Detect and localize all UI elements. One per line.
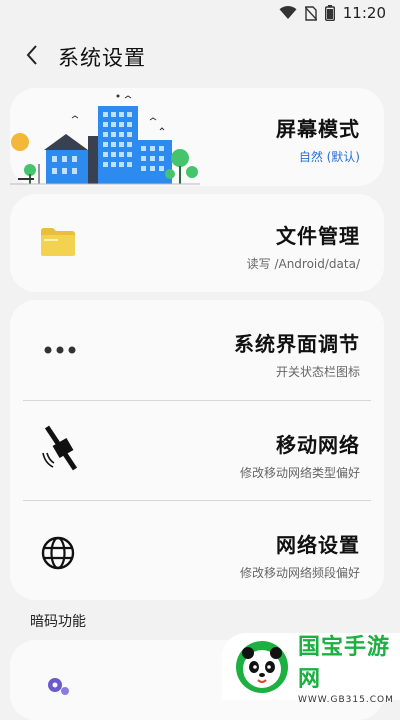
more-dots-icon (40, 340, 80, 360)
setting-subtitle: 修改移动网络类型偏好 (239, 466, 360, 480)
folder-icon (38, 225, 78, 259)
setting-subtitle: 开关状态栏图标 (275, 365, 360, 379)
system-ui-texts: 系统界面调节 开关状态栏图标 (234, 328, 360, 380)
wifi-icon (279, 6, 297, 20)
setting-row-network-settings[interactable]: 网络设置 修改移动网络频段偏好 (10, 501, 384, 600)
setting-subtitle: 自然 (默认) (298, 150, 360, 164)
no-sim-icon (304, 5, 317, 21)
watermark: 国宝手游网 WWW.GB315.COM (222, 633, 400, 705)
back-button[interactable] (10, 36, 54, 78)
setting-title: 系统界面调节 (234, 332, 360, 356)
section-label: 暗码功能 (30, 614, 86, 630)
battery-icon (324, 5, 335, 21)
watermark-brand: 国宝手游网 (298, 634, 391, 692)
setting-row-screen-mode[interactable]: 屏幕模式 自然 (默认) (10, 88, 384, 186)
file-manager-texts: 文件管理 读写 /Android/data/ (247, 220, 360, 272)
mobile-network-texts: 移动网络 修改移动网络类型偏好 (240, 429, 360, 481)
card-file-manager: 文件管理 读写 /Android/data/ (10, 194, 384, 292)
panda-logo-icon (234, 639, 290, 695)
watermark-text: 国宝手游网 WWW.GB315.COM (298, 629, 400, 705)
page-title: 系统设置 (58, 46, 146, 70)
globe-icon (38, 533, 78, 573)
back-arrow-icon (25, 44, 39, 70)
network-settings-texts: 网络设置 修改移动网络频段偏好 (240, 529, 360, 581)
setting-subtitle: 读写 /Android/data/ (246, 257, 360, 271)
card-screen-mode: 屏幕模式 自然 (默认) (10, 88, 384, 186)
screen-mode-texts: 屏幕模式 自然 (默认) (276, 113, 360, 165)
setting-title: 移动网络 (276, 433, 360, 457)
city-illustration-icon (10, 94, 200, 186)
setting-title: 文件管理 (276, 224, 360, 248)
gear-icon (42, 670, 74, 702)
status-time: 11:20 (342, 4, 386, 22)
setting-title: 网络设置 (276, 533, 360, 557)
status-bar: 11:20 (0, 0, 400, 26)
setting-row-system-ui[interactable]: 系统界面调节 开关状态栏图标 (10, 300, 384, 400)
setting-title: 屏幕模式 (276, 117, 360, 141)
card-system-network: 系统界面调节 开关状态栏图标 移动网络 修改移动网络类型偏好 网络设置 修改移动… (10, 300, 384, 600)
setting-subtitle: 修改移动网络频段偏好 (239, 566, 360, 580)
app-bar: 系统设置 (0, 36, 400, 78)
satellite-icon (36, 421, 86, 477)
setting-row-mobile-network[interactable]: 移动网络 修改移动网络类型偏好 (10, 401, 384, 500)
setting-row-file-manager[interactable]: 文件管理 读写 /Android/data/ (10, 194, 384, 292)
